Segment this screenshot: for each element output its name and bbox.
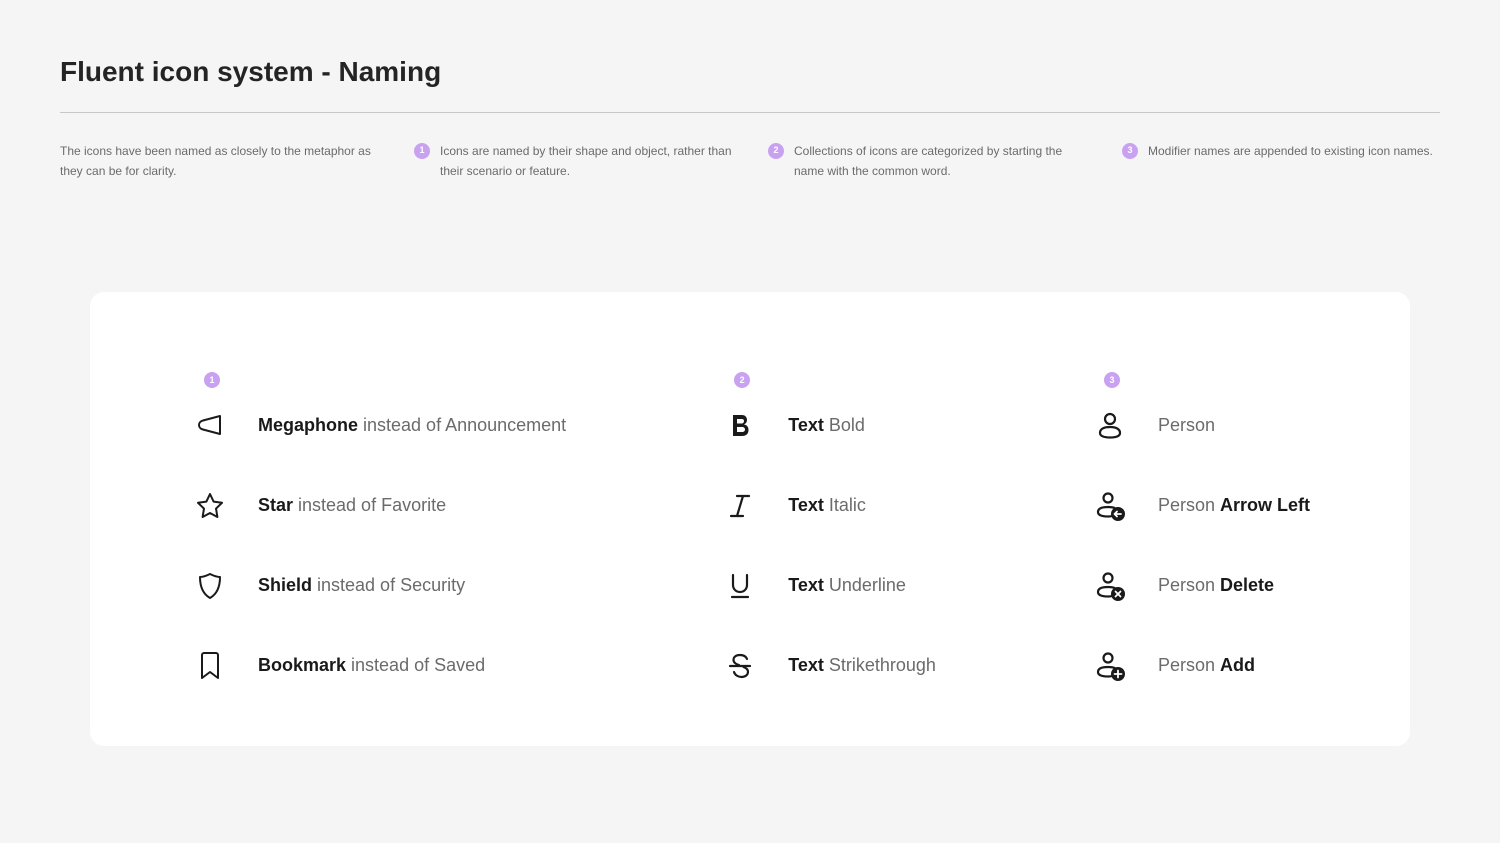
principle-1: 1 Icons are named by their shape and obj… (414, 141, 732, 182)
text-italic-icon (720, 486, 760, 526)
example-bookmark: Bookmark instead of Saved (190, 646, 566, 686)
column-shape: 1 Megaphone instead of Announcement Star… (190, 372, 566, 686)
person-add-label: Person Add (1158, 655, 1255, 676)
example-text-italic: Text Italic (720, 486, 936, 526)
page-title: Fluent icon system - Naming (60, 56, 1440, 88)
text-strike-label: Text Strikethrough (788, 655, 936, 676)
person-delete-icon (1090, 566, 1130, 606)
example-star: Star instead of Favorite (190, 486, 566, 526)
example-person-add: Person Add (1090, 646, 1310, 686)
text-italic-label: Text Italic (788, 495, 866, 516)
megaphone-label: Megaphone instead of Announcement (258, 415, 566, 436)
column-modifier: 3 Person Person Arrow Left (1090, 372, 1310, 686)
principle-1-text: Icons are named by their shape and objec… (440, 141, 732, 182)
badge-2-icon: 2 (768, 143, 784, 159)
example-person-delete: Person Delete (1090, 566, 1310, 606)
principle-2-text: Collections of icons are categorized by … (794, 141, 1086, 182)
megaphone-icon (190, 406, 230, 446)
person-label: Person (1158, 415, 1215, 436)
person-arrow-left-label: Person Arrow Left (1158, 495, 1310, 516)
example-person: Person (1090, 406, 1310, 446)
bookmark-icon (190, 646, 230, 686)
example-text-bold: Text Bold (720, 406, 936, 446)
badge-1-icon: 1 (414, 143, 430, 159)
example-text-underline: Text Underline (720, 566, 936, 606)
col-badge-2-icon: 2 (734, 372, 750, 388)
shield-icon (190, 566, 230, 606)
principle-2: 2 Collections of icons are categorized b… (768, 141, 1086, 182)
example-person-arrow-left: Person Arrow Left (1090, 486, 1310, 526)
col-badge-1-icon: 1 (204, 372, 220, 388)
col-badge-3-icon: 3 (1104, 372, 1120, 388)
person-icon (1090, 406, 1130, 446)
example-megaphone: Megaphone instead of Announcement (190, 406, 566, 446)
principle-3-text: Modifier names are appended to existing … (1148, 141, 1433, 161)
divider (60, 112, 1440, 113)
star-label: Star instead of Favorite (258, 495, 446, 516)
bookmark-label: Bookmark instead of Saved (258, 655, 485, 676)
text-underline-icon (720, 566, 760, 606)
person-add-icon (1090, 646, 1130, 686)
example-text-strike: Text Strikethrough (720, 646, 936, 686)
example-shield: Shield instead of Security (190, 566, 566, 606)
person-delete-label: Person Delete (1158, 575, 1274, 596)
person-arrow-left-icon (1090, 486, 1130, 526)
text-bold-icon (720, 406, 760, 446)
principle-3: 3 Modifier names are appended to existin… (1122, 141, 1440, 182)
principles-row: The icons have been named as closely to … (60, 141, 1440, 182)
text-strikethrough-icon (720, 646, 760, 686)
badge-3-icon: 3 (1122, 143, 1138, 159)
text-bold-label: Text Bold (788, 415, 865, 436)
star-icon (190, 486, 230, 526)
column-collection: 2 Text Bold Text Italic Text Underline T… (720, 372, 936, 686)
intro-text: The icons have been named as closely to … (60, 144, 371, 178)
text-underline-label: Text Underline (788, 575, 906, 596)
shield-label: Shield instead of Security (258, 575, 465, 596)
intro-note: The icons have been named as closely to … (60, 141, 378, 182)
examples-card: 1 Megaphone instead of Announcement Star… (90, 292, 1410, 746)
